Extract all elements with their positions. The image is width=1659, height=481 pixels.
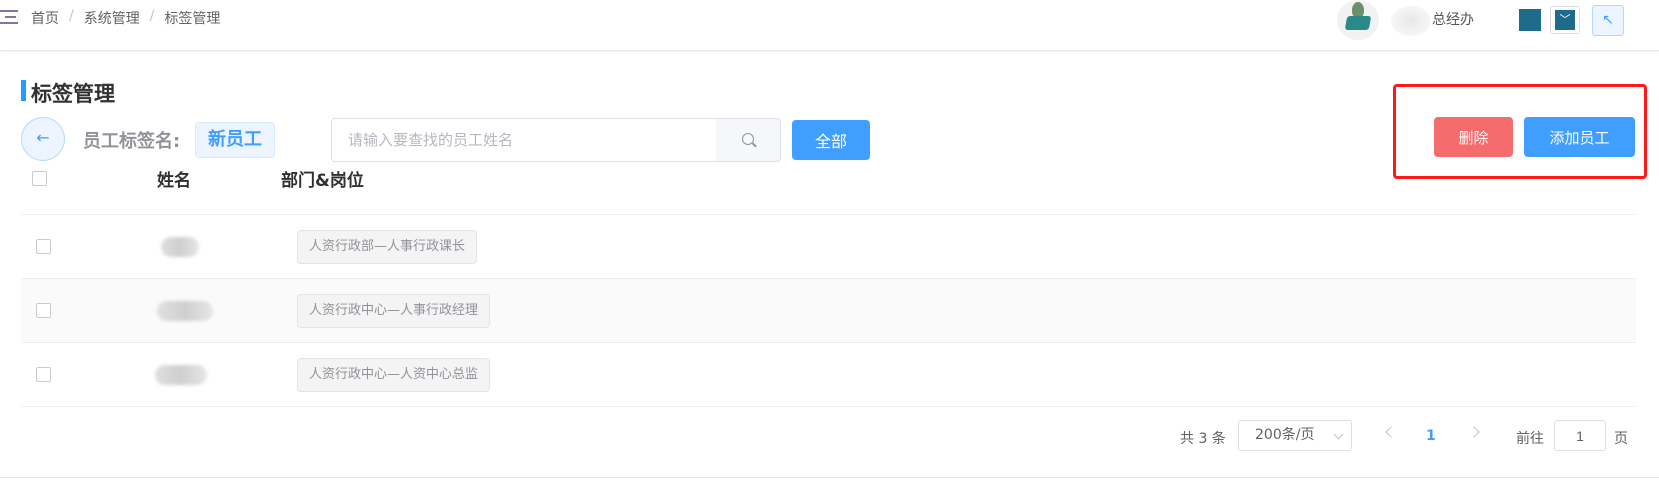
employee-table: 姓名 部门&岗位 人资行政部—人事行政课长 人资行政中心—人事行政经理 人资行政…: [21, 164, 1636, 407]
position-tag: 人资行政中心—人事行政经理: [297, 294, 491, 328]
breadcrumb-current: 标签管理: [164, 11, 221, 27]
arrow-left-icon: ←: [36, 128, 50, 147]
breadcrumb-separator: /: [69, 8, 74, 24]
breadcrumb: 首页 / 系统管理 / 标签管理: [31, 8, 220, 28]
avatar[interactable]: [1337, 0, 1379, 40]
table-row: 人资行政部—人事行政课长: [21, 215, 1636, 279]
breadcrumb-system[interactable]: 系统管理: [84, 8, 140, 28]
employee-name-blurred: [161, 237, 199, 257]
bottom-divider: [0, 477, 1659, 478]
page-size-value: 200条/页: [1255, 427, 1315, 443]
breadcrumb-separator: /: [149, 8, 155, 24]
user-name-blurred: [1391, 6, 1431, 36]
tag-name-chip: 新员工: [195, 122, 275, 158]
chevron-down-icon: [1333, 429, 1344, 440]
row-checkbox[interactable]: [36, 367, 51, 382]
page-size-select[interactable]: 200条/页: [1238, 420, 1352, 451]
department-label: 总经办: [1432, 12, 1474, 28]
table-row: 人资行政中心—人事行政经理: [21, 279, 1636, 343]
search-icon: [742, 133, 754, 145]
delete-button[interactable]: 删除: [1434, 117, 1513, 157]
page-title: 标签管理: [31, 82, 115, 106]
breadcrumb-home[interactable]: 首页: [31, 8, 59, 28]
page-number-current[interactable]: 1: [1426, 428, 1436, 444]
employee-name-blurred: [157, 301, 213, 321]
row-checkbox[interactable]: [36, 239, 51, 254]
menu-toggle-icon[interactable]: [0, 10, 18, 26]
add-employee-button[interactable]: 添加员工: [1524, 117, 1635, 157]
search-button[interactable]: [716, 118, 781, 162]
theme-color-swatch[interactable]: [1519, 9, 1541, 31]
all-button[interactable]: 全部: [792, 120, 870, 160]
table-row: 人资行政中心—人资中心总监: [21, 343, 1636, 407]
title-accent-bar: [21, 80, 26, 101]
table-header: 姓名 部门&岗位: [21, 164, 1636, 215]
theme-dropdown[interactable]: ﹀: [1550, 6, 1580, 34]
goto-page-input[interactable]: [1554, 420, 1606, 451]
back-button[interactable]: ←: [21, 117, 65, 161]
top-bar: 首页 / 系统管理 / 标签管理 总经办 ﹀ ↖: [0, 0, 1659, 51]
chevron-down-icon: ﹀: [1555, 10, 1575, 30]
goto-prefix-label: 前往: [1516, 431, 1544, 447]
row-checkbox[interactable]: [36, 303, 51, 318]
column-header-department: 部门&岗位: [281, 171, 364, 191]
column-header-name: 姓名: [157, 171, 191, 191]
employee-name-blurred: [155, 365, 207, 385]
exit-arrow-icon[interactable]: ↖: [1592, 5, 1624, 36]
select-all-checkbox[interactable]: [32, 171, 47, 186]
position-tag: 人资行政中心—人资中心总监: [297, 358, 491, 392]
prev-page-icon[interactable]: [1385, 426, 1397, 438]
next-page-icon[interactable]: [1468, 426, 1480, 438]
goto-suffix-label: 页: [1614, 431, 1628, 447]
position-tag: 人资行政部—人事行政课长: [297, 230, 478, 264]
pagination-total: 共 3 条: [1180, 431, 1226, 447]
tag-name-label: 员工标签名:: [83, 131, 181, 152]
search-input[interactable]: [331, 118, 717, 162]
